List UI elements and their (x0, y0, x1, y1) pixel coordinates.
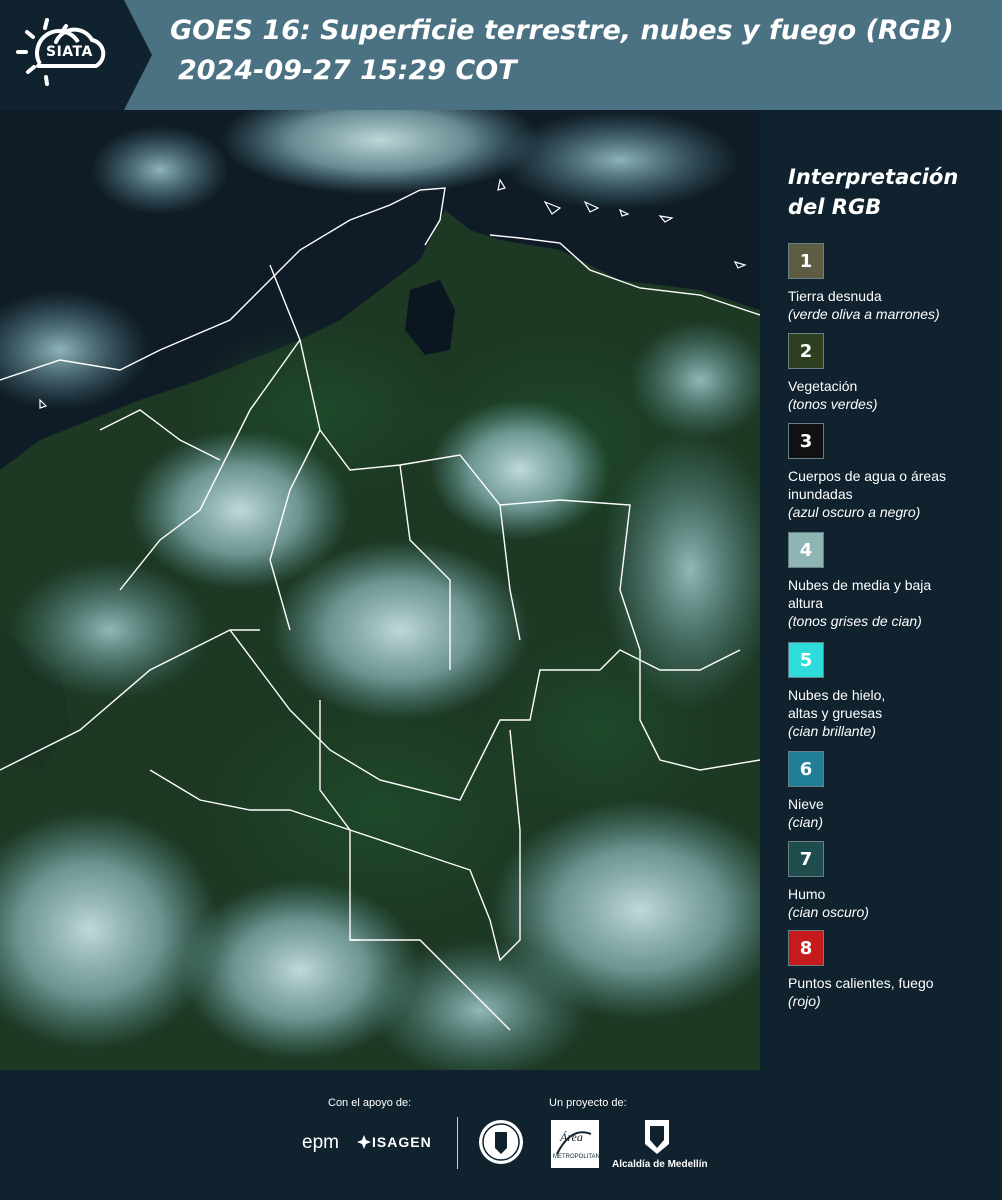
legend-note: (cian brillante) (788, 723, 876, 739)
legend-swatch: 3 (788, 423, 824, 459)
legend-label: Vegetación (788, 378, 858, 394)
legend-label: Nubes de hielo, altas y gruesas (788, 687, 886, 721)
footer: Con el apoyo de: Un proyecto de: epm ISA… (0, 1070, 1002, 1200)
satellite-map (0, 110, 760, 1070)
legend-swatch: 1 (788, 243, 824, 279)
project-label: Un proyecto de: (549, 1097, 627, 1109)
isagen-logo: ISAGEN (372, 1134, 432, 1150)
seal-icon (479, 1120, 523, 1164)
legend-note: (tonos verdes) (788, 396, 878, 412)
legend-note: (cian) (788, 814, 824, 830)
legend-item-3: 3 Cuerpos de agua o áreas inundadas (azu… (788, 423, 998, 521)
legend-swatch: 2 (788, 333, 824, 369)
siata-logo: SIATA (0, 0, 152, 110)
page-title: GOES 16: Superficie terrestre, nubes y f… (170, 15, 954, 46)
legend-title: Interpretación del RGB (788, 165, 959, 219)
legend-panel: Interpretación del RGB 1 Tierra desnuda … (760, 110, 1002, 1070)
page-datetime: 2024-09-27 15:29 COT (178, 55, 517, 86)
legend-note: (rojo) (788, 993, 821, 1009)
legend-item-1: 1 Tierra desnuda (verde oliva a marrones… (788, 243, 998, 323)
legend-note: (cian oscuro) (788, 904, 869, 920)
legend-swatch: 6 (788, 751, 824, 787)
legend-item-7: 7 Humo (cian oscuro) (788, 841, 998, 921)
legend-swatch: 4 (788, 532, 824, 568)
siata-logo-text: SIATA (46, 44, 93, 60)
legend-label: Nubes de media y baja altura (788, 577, 932, 611)
legend-item-8: 8 Puntos calientes, fuego (rojo) (788, 930, 998, 1010)
alcaldia-icon (645, 1120, 669, 1154)
area-logo-text: Área (560, 1130, 583, 1144)
legend-item-2: 2 Vegetación (tonos verdes) (788, 333, 998, 413)
legend-label: Humo (788, 886, 826, 902)
legend-swatch: 8 (788, 930, 824, 966)
alcaldia-logo-text: Alcaldía de Medellín (612, 1159, 708, 1170)
legend-note: (tonos grises de cian) (788, 613, 922, 629)
legend-label: Puntos calientes, fuego (788, 975, 934, 991)
legend-swatch: 5 (788, 642, 824, 678)
legend-label: Cuerpos de agua o áreas inundadas (788, 468, 946, 502)
area-logo-sub: METROPOLITANA (553, 1154, 604, 1160)
epm-logo: epm (302, 1132, 339, 1153)
legend-item-5: 5 Nubes de hielo, altas y gruesas (cian … (788, 642, 998, 740)
legend-label: Nieve (788, 796, 824, 812)
support-label: Con el apoyo de: (328, 1097, 412, 1109)
legend-item-4: 4 Nubes de media y baja altura (tonos gr… (788, 532, 998, 630)
legend-swatch: 7 (788, 841, 824, 877)
header-bar: SIATA GOES 16: Superficie terrestre, nub… (0, 0, 1002, 110)
legend-note: (azul oscuro a negro) (788, 504, 921, 520)
legend-note: (verde oliva a marrones) (788, 306, 940, 322)
legend-item-6: 6 Nieve (cian) (788, 751, 998, 831)
legend-label: Tierra desnuda (788, 288, 882, 304)
footer-divider (457, 1117, 458, 1169)
isagen-icon (357, 1135, 371, 1149)
